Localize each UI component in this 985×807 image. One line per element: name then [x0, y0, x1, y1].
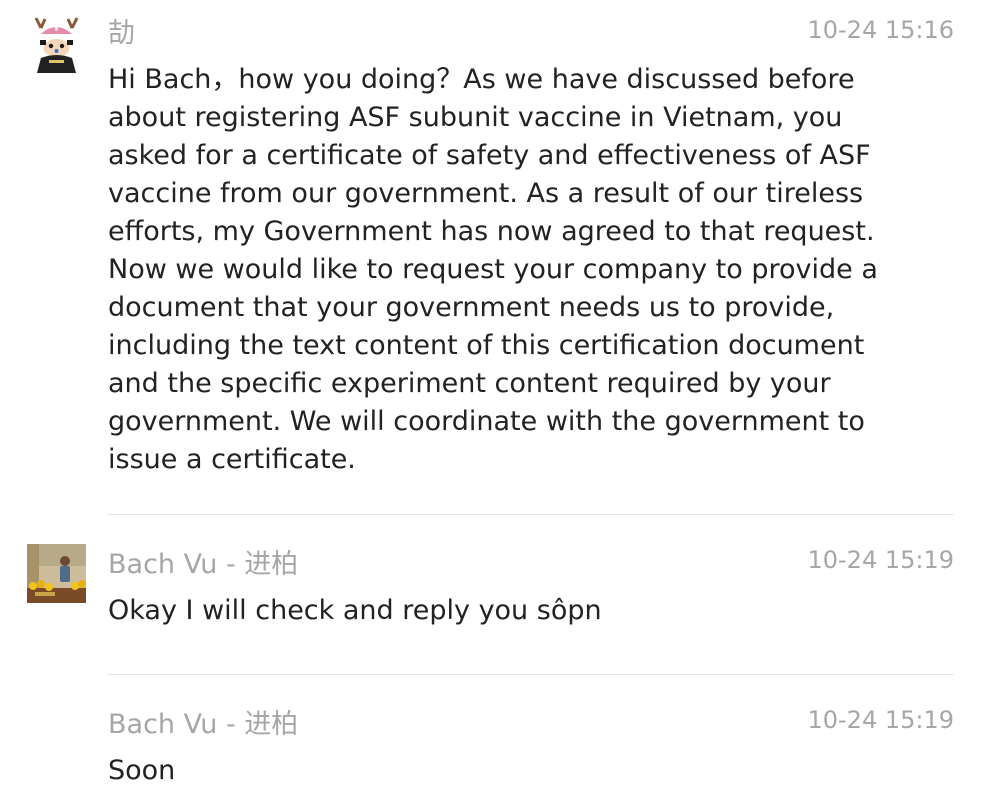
person-photo-avatar-icon [27, 544, 86, 603]
avatar[interactable] [27, 544, 86, 603]
message-text: Okay I will check and reply you sôpn [108, 595, 602, 626]
sender-name: Bach Vu - 进柏 [108, 549, 299, 580]
message-item: 劼 10-24 15:16 Hi Bach，how you doing？As w… [0, 0, 985, 500]
avatar[interactable] [27, 14, 86, 73]
message-divider [108, 514, 954, 515]
sender-name: 劼 [108, 18, 135, 49]
message-item: Bach Vu - 进柏 10-24 15:19 Soon [0, 700, 985, 807]
message-text: Soon [108, 755, 176, 786]
message-divider [108, 674, 954, 675]
cartoon-reindeer-avatar-icon [27, 14, 86, 73]
sender-name: Bach Vu - 进柏 [108, 709, 299, 740]
message-timestamp: 10-24 15:16 [807, 16, 954, 44]
message-timestamp: 10-24 15:19 [807, 706, 954, 734]
message-timestamp: 10-24 15:19 [807, 546, 954, 574]
message-text: Hi Bach，how you doing？As we have discuss… [108, 64, 887, 475]
message-item: Bach Vu - 进柏 10-24 15:19 Okay I will che… [0, 540, 985, 660]
